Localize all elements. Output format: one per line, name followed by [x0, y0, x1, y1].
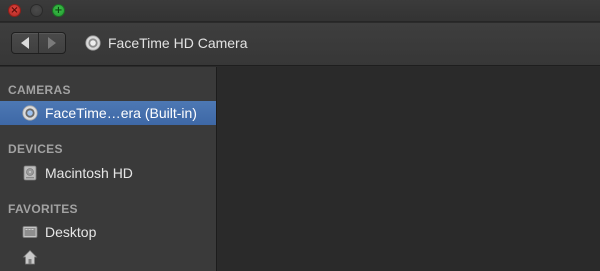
close-icon: ×: [10, 5, 19, 16]
navigation-buttons: [11, 32, 66, 54]
back-arrow-icon: [20, 37, 29, 49]
sidebar-item-desktop[interactable]: Desktop: [0, 220, 216, 244]
sidebar: CAMERAS FaceTime…era (Built-in) DEVICES …: [0, 67, 217, 271]
sidebar-item-label: FaceTime…era (Built-in): [45, 105, 197, 121]
section-header-cameras: CAMERAS: [8, 83, 71, 97]
plus-icon: +: [54, 5, 63, 16]
back-button[interactable]: [12, 33, 39, 53]
sidebar-item-label: Macintosh HD: [45, 165, 133, 181]
camera-icon: [22, 105, 38, 121]
sidebar-item-home[interactable]: [0, 245, 216, 269]
minimize-window-button[interactable]: [30, 4, 43, 17]
content-pane: [218, 67, 600, 271]
title-bar: × +: [0, 0, 600, 22]
section-header-devices: DEVICES: [8, 142, 63, 156]
sidebar-item-label: Desktop: [45, 224, 97, 240]
hard-drive-icon: [23, 165, 37, 181]
section-header-favorites: FAVORITES: [8, 202, 78, 216]
sidebar-item-macintosh-hd[interactable]: Macintosh HD: [0, 161, 216, 185]
desktop-icon: [22, 226, 38, 238]
forward-arrow-icon: [47, 37, 56, 49]
forward-button[interactable]: [39, 33, 65, 53]
close-window-button[interactable]: ×: [8, 4, 21, 17]
zoom-window-button[interactable]: +: [52, 4, 65, 17]
home-icon: [22, 250, 38, 265]
camera-icon: [85, 35, 101, 51]
window-title: FaceTime HD Camera: [108, 35, 248, 51]
sidebar-item-facetime-camera[interactable]: FaceTime…era (Built-in): [0, 101, 216, 125]
